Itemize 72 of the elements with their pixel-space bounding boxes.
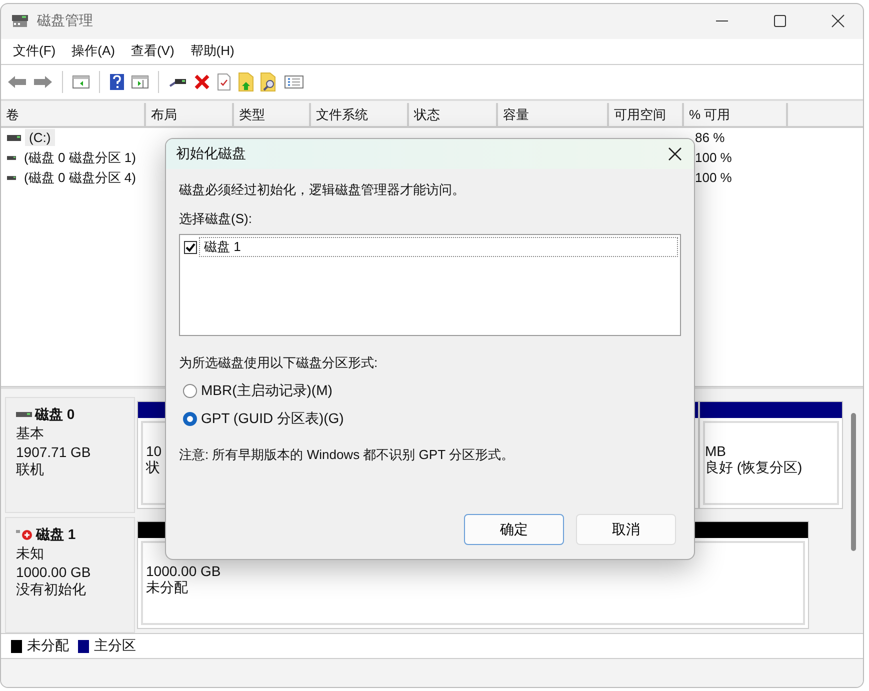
partition-block[interactable]: MB 良好 (恢复分区) [699,401,843,510]
folder-search-icon[interactable] [260,72,278,92]
menu-item[interactable]: 文件(F) [5,42,64,60]
drive-icon [7,134,21,141]
column-header[interactable]: 状态 [409,102,498,126]
disk-size: 1907.71 GB [16,444,92,460]
select-disk-label: 选择磁盘(S): [179,210,253,228]
disk-status: 联机 [16,461,45,480]
pane-icon[interactable] [131,74,149,90]
disk-drive-icon [16,412,32,418]
maximize-icon[interactable] [773,14,787,28]
close-icon[interactable] [668,147,682,161]
dialog-button[interactable]: 取消 [576,514,676,545]
dialog-button[interactable]: 确定 [464,514,564,545]
radio-button[interactable] [183,412,197,426]
column-header[interactable]: 卷 [1,102,146,126]
help-icon[interactable] [109,72,125,91]
radio-label[interactable]: GPT (GUID 分区表)(G) [201,410,344,428]
disk-info-panel[interactable]: 磁盘 1 未知 1000.00 GB 没有初始化 [5,517,135,634]
menu-item[interactable]: 操作(A) [64,42,123,60]
partition-label: 良好 (恢复分区) [705,459,802,478]
table-cell: 86 % [695,130,725,146]
checkbox[interactable] [184,240,197,254]
disk-list-item[interactable]: 磁盘 1 [199,237,678,257]
table-cell: 100 % [695,170,732,186]
column-header[interactable]: 容量 [498,102,609,126]
dialog-message: 磁盘必须经过初始化，逻辑磁盘管理器才能访问。 [179,181,466,199]
partition-label: 未分配 [146,579,188,598]
column-header[interactable]: % 可用 [684,102,788,126]
partition-label: MB [705,443,726,460]
note-text: 注意: 所有早期版本的 Windows 都不识别 GPT 分区形式。 [179,446,515,464]
disk-drive-icon [11,14,29,28]
close-icon[interactable] [831,14,845,28]
disk-size: 1000.00 GB [16,564,92,580]
drive-icon [7,154,16,161]
partition-style-label: 为所选磁盘使用以下磁盘分区形式: [179,354,379,372]
disk-type: 基本 [16,425,45,444]
partition-label: 1000.00 GB [146,563,221,580]
properties-icon[interactable] [284,74,304,90]
radio-label[interactable]: MBR(主启动记录)(M) [201,382,332,400]
volume-name[interactable]: (磁盘 0 磁盘分区 1) [20,148,140,168]
disk-name: 磁盘 0 [35,406,75,424]
disk-name: 磁盘 1 [36,526,76,544]
table-cell: 100 % [695,150,732,166]
disk-error-icon [16,529,33,542]
disk-info-panel[interactable]: 磁盘 0 基本 1907.71 GB 联机 [5,397,135,514]
column-header[interactable]: 文件系统 [311,102,409,126]
volume-name[interactable]: (C:) [25,129,55,146]
legend-label: 未分配 [27,637,69,656]
menu-item[interactable]: 查看(V) [122,42,182,60]
pane-icon[interactable] [72,74,90,90]
disk-type: 未知 [16,545,45,564]
scrollbar-thumb[interactable] [850,413,856,552]
folder-up-icon[interactable] [238,72,254,92]
partition-label: 10 [146,443,162,460]
dialog-title: 初始化磁盘 [176,145,246,163]
column-header[interactable]: 布局 [146,102,234,126]
back-arrow-icon[interactable] [7,74,27,90]
disk-list[interactable]: 磁盘 1 [179,234,681,336]
drive-icon [7,174,16,181]
disk-status: 没有初始化 [16,581,87,600]
partition-label: 状 [146,459,160,478]
column-header[interactable]: 类型 [234,102,311,126]
volume-name[interactable]: (磁盘 0 磁盘分区 4) [20,168,140,188]
menu-item[interactable]: 帮助(H) [182,42,242,60]
legend-label: 主分区 [94,637,136,656]
delete-icon[interactable] [194,74,210,90]
checked-document-icon[interactable] [216,72,232,91]
window-title: 磁盘管理 [37,12,93,30]
column-header[interactable]: 可用空间 [609,102,684,126]
forward-arrow-icon[interactable] [33,74,53,90]
radio-button[interactable] [183,384,197,398]
